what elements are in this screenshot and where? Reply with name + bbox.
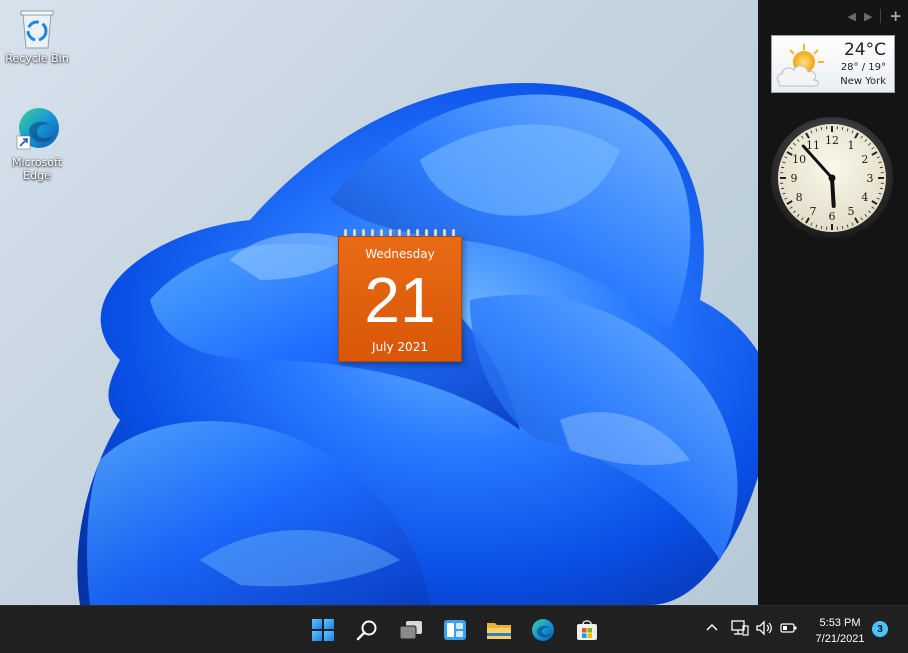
volume-icon[interactable] [755, 620, 775, 636]
widgets-icon [444, 620, 466, 640]
desktop-icon-label: Microsoft Edge [11, 156, 63, 182]
search-icon [356, 620, 377, 641]
clock-numeral: 3 [867, 172, 874, 185]
edge-icon [532, 619, 554, 641]
calendar-month-year: July 2021 [372, 340, 428, 354]
desktop-icon-recycle-bin[interactable]: Recycle Bin [0, 6, 74, 65]
sidebar-controls-divider [880, 9, 882, 23]
notification-count-badge[interactable]: 3 [872, 621, 888, 637]
weather-range: 28° / 19° [840, 62, 886, 73]
store-button[interactable] [568, 612, 606, 648]
weather-gadget[interactable]: 24°C 28° / 19° New York [771, 35, 895, 93]
clock-numeral: 2 [861, 153, 868, 166]
sidebar-controls: ◀ ▶ + [847, 6, 902, 26]
next-icon[interactable]: ▶ [864, 10, 872, 23]
calendar-weekday: Wednesday [365, 247, 435, 261]
store-icon [577, 620, 597, 640]
clock-numeral: 1 [848, 139, 855, 152]
taskbar: 5:53 PM 7/21/2021 [0, 605, 908, 653]
file-explorer-button[interactable] [480, 612, 518, 648]
weather-temperature: 24°C [843, 40, 886, 60]
show-hidden-icons-chevron-icon[interactable] [704, 619, 720, 635]
edge-icon [16, 108, 59, 150]
clock-gadget[interactable]: 12 1234567891011 [769, 115, 895, 241]
weather-city: New York [840, 76, 886, 87]
widgets-button[interactable] [436, 612, 474, 648]
calendar-gadget[interactable]: Wednesday 21 July 2021 [338, 228, 462, 362]
clock-numeral: 4 [861, 191, 868, 204]
desktop-icon-microsoft-edge[interactable]: Microsoft Edge [0, 106, 74, 182]
tray-date: 7/21/2021 [815, 633, 865, 645]
tray-time: 5:53 PM [819, 617, 861, 629]
clock-numeral: 9 [791, 172, 798, 185]
clock-center [828, 174, 836, 182]
battery-icon[interactable] [780, 622, 798, 634]
windows-start-icon [312, 619, 334, 641]
clock-numeral: 8 [796, 191, 803, 204]
clock-numeral: 6 [829, 210, 836, 223]
task-view-button[interactable] [392, 612, 430, 648]
edge-taskbar-button[interactable] [524, 612, 562, 648]
clock-hour-hand [830, 176, 836, 208]
folder-icon [487, 623, 511, 639]
task-view-icon [399, 621, 422, 640]
desktop-icon-label: Recycle Bin [5, 52, 69, 65]
start-button[interactable] [304, 612, 342, 648]
network-icon[interactable] [730, 619, 750, 637]
partly-cloudy-icon [776, 44, 824, 87]
search-button[interactable] [348, 612, 386, 648]
clock-numeral: 10 [792, 153, 806, 166]
recycle-bin-icon [20, 10, 54, 49]
add-gadget-icon[interactable]: + [889, 7, 902, 25]
clock-numeral: 12 [825, 134, 839, 147]
calendar-page: Wednesday 21 July 2021 [338, 236, 462, 362]
calendar-day: 21 [364, 264, 436, 336]
clock-date-area[interactable]: 5:53 PM 7/21/2021 [808, 615, 872, 647]
previous-icon[interactable]: ◀ [847, 10, 855, 23]
clock-numeral: 7 [810, 205, 817, 218]
clock-numeral: 5 [848, 205, 855, 218]
